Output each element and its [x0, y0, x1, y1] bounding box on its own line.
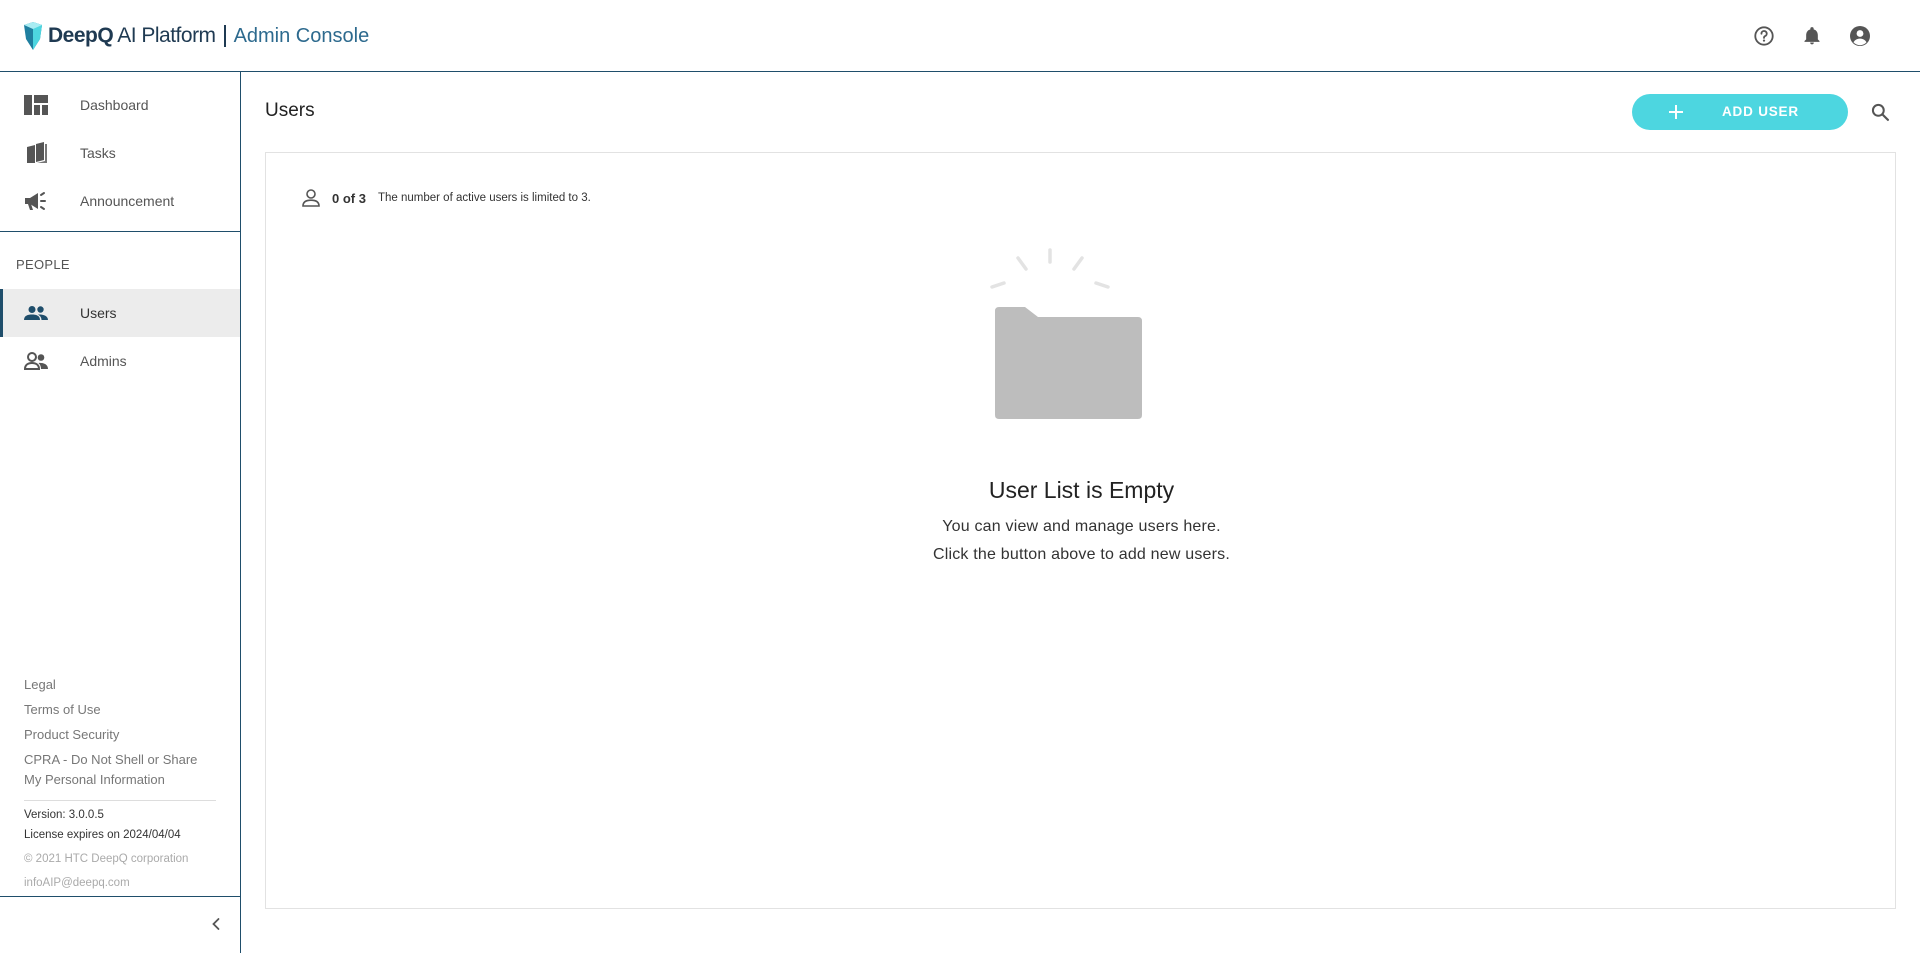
- empty-state-description: You can view and manage users here.: [942, 518, 1221, 535]
- plus-icon: [1669, 105, 1683, 119]
- megaphone-icon: [23, 188, 49, 214]
- user-count-value: 0 of 3: [332, 190, 366, 206]
- page-title: Users: [265, 100, 315, 121]
- person-outline-icon: [302, 189, 320, 207]
- empty-state-hint: Click the button above to add new users.: [932, 546, 1231, 563]
- sidebar-item-label: Admins: [80, 353, 127, 369]
- footer-link-cpra[interactable]: CPRA - Do Not Shell or Share: [24, 750, 197, 770]
- app-header: DeepQ AI Platform Admin Console: [0, 0, 1920, 72]
- tasks-icon: [23, 140, 49, 166]
- empty-state-title: User List is Empty: [988, 477, 1175, 503]
- logo-separator: [223, 25, 226, 47]
- contact-email[interactable]: infoAIP@deepq.com: [24, 877, 130, 889]
- sidebar-item-label: Dashboard: [80, 97, 149, 113]
- people-section-title: PEOPLE: [16, 257, 70, 272]
- empty-folder-illustration: [990, 248, 1142, 419]
- footer-link-legal[interactable]: Legal: [24, 675, 56, 695]
- footer-link-product-security[interactable]: Product Security: [24, 725, 119, 745]
- sidebar-item-label: Tasks: [80, 145, 116, 161]
- sidebar: Dashboard Tasks Announcement PEOPLE User…: [0, 72, 241, 953]
- dashboard-icon: [23, 92, 49, 118]
- sidebar-item-announcement[interactable]: Announcement: [0, 177, 240, 225]
- version-text: Version: 3.0.0.5: [24, 809, 104, 821]
- sidebar-item-label: Users: [80, 305, 117, 321]
- admin-people-icon: [23, 348, 49, 374]
- copyright-text: © 2021 HTC DeepQ corporation: [24, 853, 189, 865]
- brand-name: DeepQ: [48, 24, 114, 47]
- user-count-row: 0 of 3 The number of active users is lim…: [300, 187, 591, 209]
- license-text: License expires on 2024/04/04: [24, 829, 181, 841]
- search-icon[interactable]: [1868, 100, 1892, 124]
- account-circle-icon[interactable]: [1846, 22, 1874, 50]
- footer-separator: [24, 800, 216, 801]
- users-panel: 0 of 3 The number of active users is lim…: [265, 152, 1896, 909]
- help-icon[interactable]: [1750, 22, 1778, 50]
- sidebar-item-admins[interactable]: Admins: [0, 337, 240, 385]
- collapse-sidebar-button[interactable]: [206, 914, 226, 934]
- people-icon: [23, 300, 49, 326]
- sidebar-item-tasks[interactable]: Tasks: [0, 129, 240, 177]
- footer-link-personal-info[interactable]: My Personal Information: [24, 770, 165, 790]
- footer-link-terms[interactable]: Terms of Use: [24, 700, 101, 720]
- sidebar-item-users[interactable]: Users: [0, 289, 240, 337]
- sidebar-item-dashboard[interactable]: Dashboard: [0, 81, 240, 129]
- notification-bell-icon[interactable]: [1798, 22, 1826, 50]
- brand-logo[interactable]: DeepQ AI Platform Admin Console: [22, 20, 369, 52]
- chevron-left-icon: [212, 918, 220, 930]
- collapse-divider: [0, 896, 240, 897]
- deepq-logo-icon: [24, 22, 42, 50]
- add-user-button[interactable]: ADD USER: [1632, 94, 1848, 130]
- console-label: Admin Console: [233, 24, 370, 47]
- sidebar-item-label: Announcement: [80, 193, 175, 209]
- sidebar-divider: [0, 231, 240, 232]
- brand-product: AI Platform: [117, 24, 216, 47]
- user-limit-note: The number of active users is limited to…: [377, 192, 591, 204]
- add-user-label: ADD USER: [1722, 104, 1799, 119]
